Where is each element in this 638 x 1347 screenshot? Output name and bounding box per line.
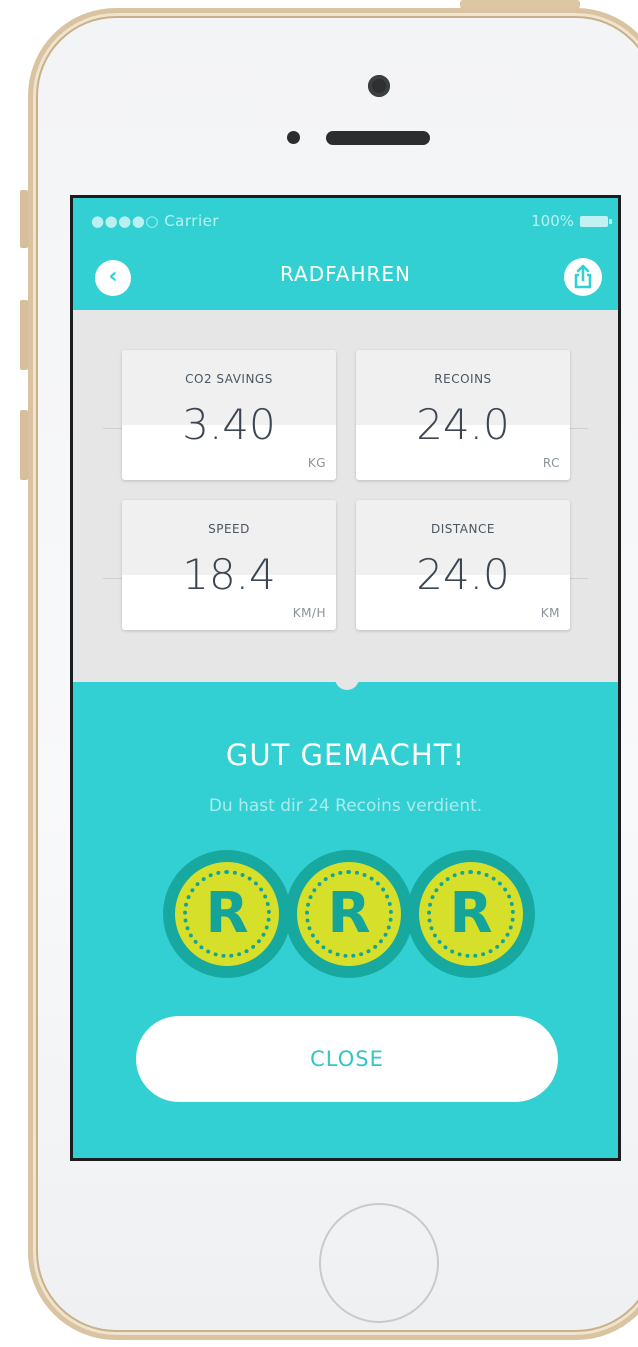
app-screen: ●●●●○ Carrier 100% ‹ RADFAHREN CO2 SAVIN…	[70, 195, 621, 1161]
divider	[568, 428, 588, 429]
stat-value: 18.4	[182, 550, 276, 599]
proximity-sensor	[287, 131, 300, 144]
stat-unit: RC	[542, 456, 560, 470]
success-headline: GUT GEMACHT!	[225, 738, 466, 772]
divider	[568, 578, 588, 579]
stat-unit: KM	[540, 606, 560, 620]
recoin-coin-icon: R	[163, 850, 291, 978]
coin-row: R R R	[163, 850, 543, 990]
recoin-coin-icon: R	[407, 850, 535, 978]
share-button[interactable]	[564, 258, 602, 296]
carrier-label: ●●●●○ Carrier	[91, 212, 220, 230]
reward-message: Du hast dir 24 Recoins verdient.	[208, 796, 483, 816]
battery-icon	[580, 215, 612, 227]
navbar: ‹ RADFAHREN	[73, 246, 618, 310]
close-button[interactable]: CLOSE	[136, 1016, 558, 1102]
stats-panel: CO2 SAVINGS 3.40 KG RECOINS 24.0 RC SPEE…	[73, 310, 618, 682]
power-button	[460, 0, 580, 9]
volume-up-button	[20, 300, 28, 370]
panel-notch	[335, 674, 359, 690]
divider	[103, 428, 123, 429]
volume-down-button	[20, 410, 28, 480]
stat-card-distance: DISTANCE 24.0 KM	[356, 500, 570, 630]
stat-card-recoins: RECOINS 24.0 RC	[356, 350, 570, 480]
stat-value: 3.40	[182, 400, 276, 449]
stat-label: CO2 SAVINGS	[185, 372, 273, 386]
stat-label: SPEED	[208, 522, 250, 536]
stat-label: RECOINS	[434, 372, 492, 386]
earpiece-speaker	[326, 131, 430, 145]
recoin-coin-icon: R	[285, 850, 413, 978]
stat-card-speed: SPEED 18.4 KM/H	[122, 500, 336, 630]
stat-value: 24.0	[416, 400, 510, 449]
stat-unit: KG	[307, 456, 326, 470]
front-camera	[368, 75, 390, 97]
stat-value: 24.0	[416, 550, 510, 599]
page-title: RADFAHREN	[279, 262, 412, 286]
share-icon	[574, 264, 592, 289]
home-button[interactable]	[319, 1203, 439, 1323]
mute-switch	[20, 190, 28, 248]
stat-label: DISTANCE	[431, 522, 495, 536]
coin-symbol: R	[205, 881, 249, 946]
coin-symbol: R	[449, 881, 493, 946]
status-bar: ●●●●○ Carrier 100%	[73, 198, 618, 246]
coin-symbol: R	[327, 881, 371, 946]
stat-card-co2: CO2 SAVINGS 3.40 KG	[122, 350, 336, 480]
stat-unit: KM/H	[292, 606, 326, 620]
battery-percent: 100%	[531, 212, 574, 230]
divider	[103, 578, 123, 579]
battery-indicator: 100%	[531, 212, 612, 230]
